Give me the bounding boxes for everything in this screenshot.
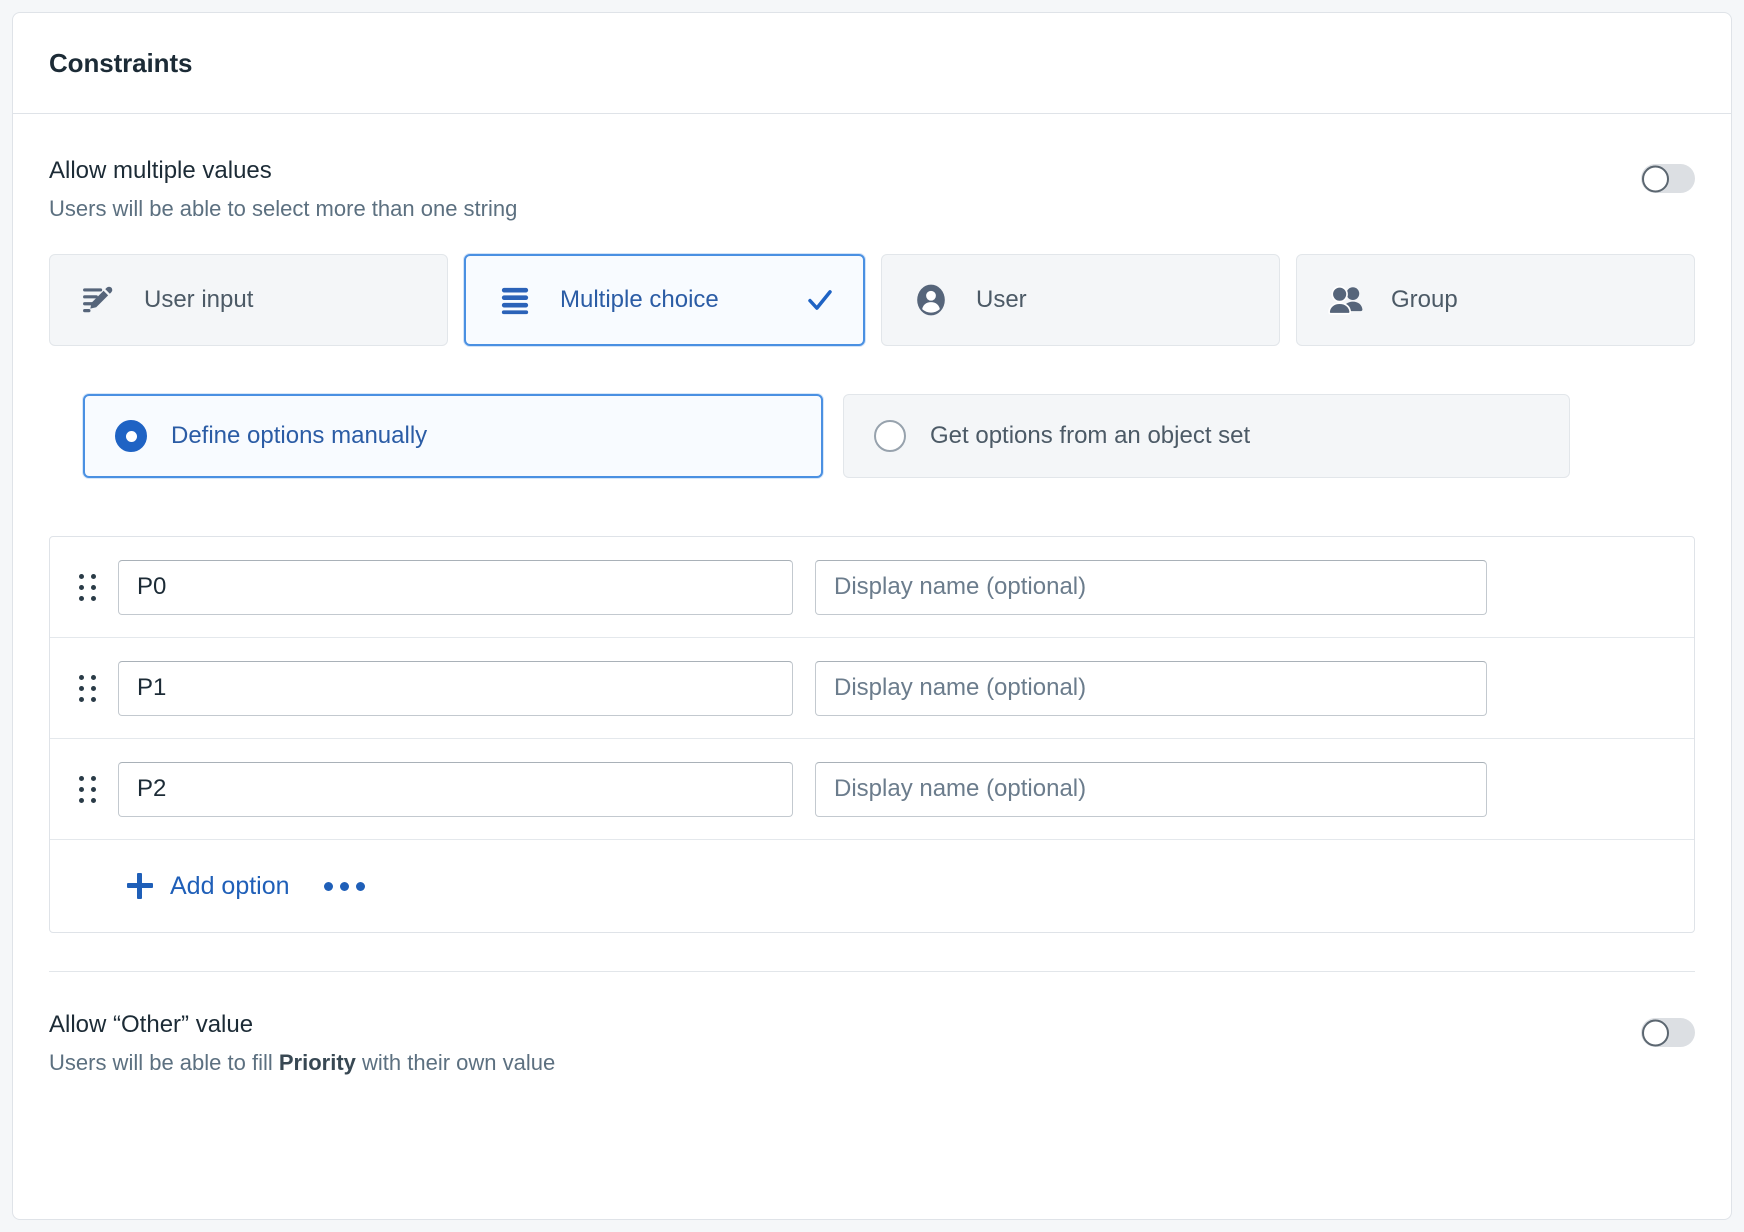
tile-label: Group bbox=[1391, 286, 1458, 314]
add-option-label: Add option bbox=[170, 871, 290, 900]
add-option-button[interactable]: Add option bbox=[127, 872, 290, 901]
allow-other-value-toggle[interactable] bbox=[1641, 1018, 1695, 1048]
table-row bbox=[50, 739, 1694, 841]
tile-user-input[interactable]: User input bbox=[49, 254, 448, 347]
section-divider bbox=[49, 971, 1695, 973]
tile-label: Multiple choice bbox=[560, 286, 719, 314]
checkmark-icon bbox=[805, 285, 835, 315]
radio-selected-icon bbox=[115, 420, 147, 453]
source-option-object-set[interactable]: Get options from an object set bbox=[843, 394, 1570, 479]
allow-other-value-setting: Allow “Other” value Users will be able t… bbox=[49, 1010, 1695, 1077]
user-icon bbox=[912, 281, 950, 319]
constraints-card: Constraints Allow multiple values Users … bbox=[12, 12, 1732, 1220]
source-option-define-manually[interactable]: Define options manually bbox=[83, 394, 823, 479]
drag-handle-icon[interactable] bbox=[78, 674, 96, 702]
table-row bbox=[50, 638, 1694, 740]
option-value-input[interactable] bbox=[118, 660, 793, 716]
source-option-label: Define options manually bbox=[171, 422, 428, 450]
group-icon bbox=[1327, 281, 1365, 319]
table-row bbox=[50, 537, 1694, 639]
allow-multiple-values-label: Allow multiple values bbox=[49, 157, 272, 184]
description-after: with their own value bbox=[355, 1050, 556, 1076]
description-before: Users will be able to fill bbox=[49, 1050, 279, 1076]
tile-user[interactable]: User bbox=[881, 254, 1280, 347]
options-table: Add option bbox=[49, 536, 1695, 934]
page-background: Constraints Allow multiple values Users … bbox=[0, 0, 1744, 1232]
drag-handle-icon[interactable] bbox=[78, 573, 96, 601]
constraint-type-tiles: User input Multiple choice User Group bbox=[49, 254, 1695, 347]
options-source-selector: Define options manually Get options from… bbox=[83, 394, 1695, 479]
allow-other-value-description: Users will be able to fill Priority with… bbox=[49, 1048, 555, 1078]
allow-multiple-values-description: Users will be able to select more than o… bbox=[49, 195, 518, 221]
source-option-label: Get options from an object set bbox=[930, 422, 1251, 450]
allow-multiple-values-setting: Allow multiple values Users will be able… bbox=[49, 156, 1695, 223]
allow-multiple-values-text: Allow multiple values Users will be able… bbox=[49, 156, 517, 223]
allow-multiple-values-toggle[interactable] bbox=[1641, 164, 1695, 193]
toggle-knob bbox=[1642, 165, 1669, 192]
allow-other-value-label: Allow “Other” value bbox=[49, 1011, 254, 1039]
toggle-knob bbox=[1642, 1019, 1669, 1047]
option-display-name-input[interactable] bbox=[815, 559, 1487, 615]
plus-icon bbox=[127, 873, 153, 900]
card-header: Constraints bbox=[13, 13, 1731, 114]
card-body: Allow multiple values Users will be able… bbox=[13, 114, 1731, 1078]
ellipsis-icon[interactable] bbox=[323, 881, 365, 891]
tile-label: User bbox=[976, 286, 1027, 314]
tile-label: User input bbox=[144, 286, 254, 314]
pencil-lines-icon bbox=[80, 281, 118, 319]
option-display-name-input[interactable] bbox=[815, 660, 1487, 716]
radio-unselected-icon bbox=[874, 420, 906, 453]
option-display-name-input[interactable] bbox=[815, 761, 1487, 817]
description-field-name: Priority bbox=[278, 1050, 356, 1076]
tile-multiple-choice[interactable]: Multiple choice bbox=[464, 254, 865, 347]
page-title: Constraints bbox=[49, 47, 193, 78]
allow-other-value-text: Allow “Other” value Users will be able t… bbox=[49, 1010, 555, 1077]
add-option-row: Add option bbox=[50, 840, 1694, 932]
drag-handle-icon[interactable] bbox=[78, 775, 96, 803]
option-value-input[interactable] bbox=[118, 761, 793, 817]
tile-group[interactable]: Group bbox=[1296, 254, 1695, 347]
option-value-input[interactable] bbox=[118, 559, 793, 615]
list-bars-icon bbox=[496, 281, 534, 319]
